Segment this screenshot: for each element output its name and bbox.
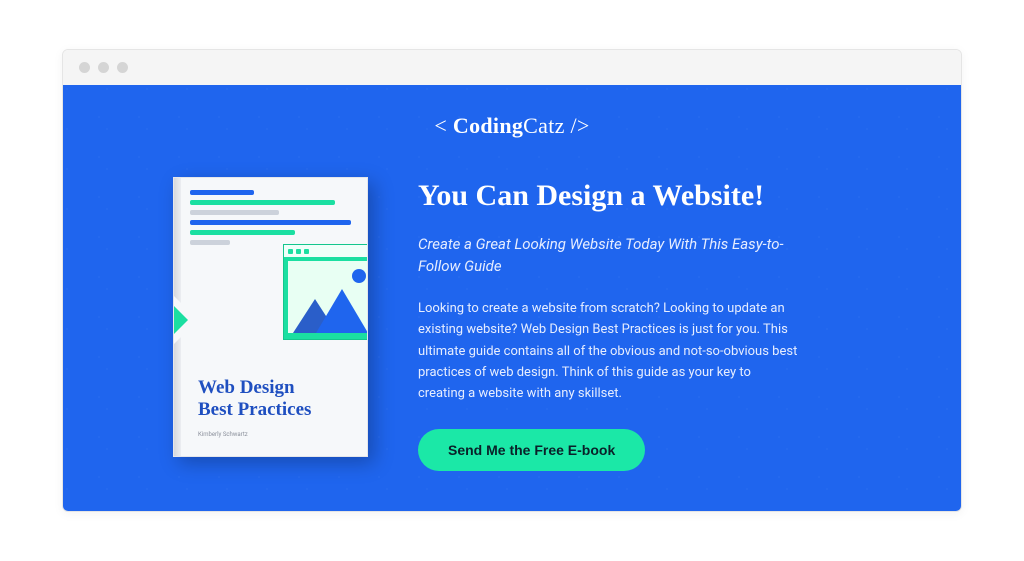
code-bar-icon (190, 240, 230, 245)
ebook-title-line: Best Practices (198, 399, 311, 420)
code-bar-icon (190, 230, 295, 235)
brand-logo: < CodingCatz /> (113, 113, 911, 139)
page-body: Looking to create a website from scratch… (418, 298, 798, 405)
window-close-dot[interactable] (79, 62, 90, 73)
page-headline: You Can Design a Website! (418, 177, 798, 215)
browser-title-bar (63, 50, 961, 85)
code-bars-illustration (190, 190, 351, 245)
sun-icon (352, 269, 366, 283)
ebook-author: Kimberly Schwartz (198, 431, 248, 438)
mountain-image-icon (288, 261, 368, 333)
window-maximize-dot[interactable] (117, 62, 128, 73)
brand-prefix: < (434, 113, 447, 138)
send-ebook-button[interactable]: Send Me the Free E-book (418, 429, 645, 471)
ebook-title-line: Web Design (198, 377, 295, 398)
hero-section: Web Design Best Practices Kimberly Schwa… (113, 177, 911, 471)
browser-frame: < CodingCatz /> (62, 49, 962, 512)
hero-copy: You Can Design a Website! Create a Great… (418, 177, 798, 471)
chevron-icon (173, 298, 188, 342)
code-bar-icon (190, 200, 335, 205)
browser-window-illustration (283, 244, 368, 340)
landing-page: < CodingCatz /> (63, 85, 961, 511)
brand-name-light: Catz (523, 113, 565, 138)
code-bar-icon (190, 210, 279, 215)
window-minimize-dot[interactable] (98, 62, 109, 73)
brand-suffix: /> (571, 113, 590, 138)
code-bar-icon (190, 220, 351, 225)
page-subhead: Create a Great Looking Website Today Wit… (418, 233, 798, 278)
code-bar-icon (190, 190, 254, 195)
mountain-icon (316, 289, 368, 333)
ebook-cover: Web Design Best Practices Kimberly Schwa… (173, 177, 368, 457)
mini-titlebar-icon (284, 245, 368, 257)
ebook-cover-wrap: Web Design Best Practices Kimberly Schwa… (173, 177, 368, 457)
brand-name-bold: Coding (453, 113, 523, 138)
ebook-title: Web Design Best Practices (198, 377, 311, 423)
